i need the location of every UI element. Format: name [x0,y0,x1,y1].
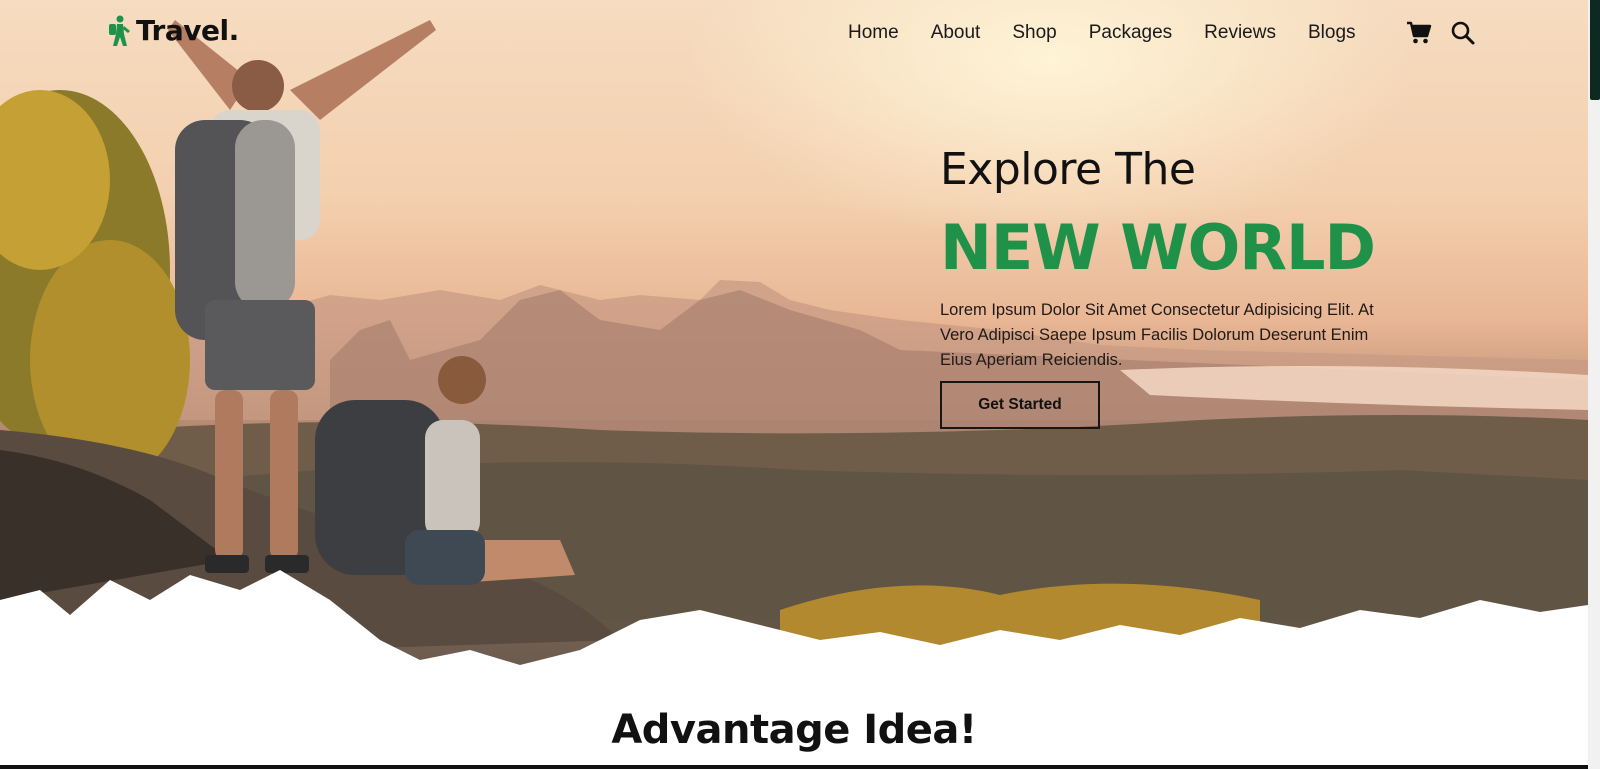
top-navbar: Travel. Home About Shop Packages Reviews… [0,0,1588,70]
get-started-button[interactable]: Get Started [940,381,1100,429]
brand-logo[interactable]: Travel. [106,14,239,47]
brand-name: Travel. [136,14,239,47]
nav-link-home[interactable]: Home [848,22,899,44]
search-icon[interactable] [1450,20,1476,46]
nav-link-shop[interactable]: Shop [1012,22,1056,44]
page-scrollbar[interactable] [1588,0,1600,769]
hero-heading-new-world: NEW WORLD [940,211,1376,284]
nav-link-reviews[interactable]: Reviews [1204,22,1276,44]
hero-content: Explore The NEW WORLD Lorem Ipsum Dolor … [940,140,1410,429]
cart-icon[interactable] [1406,20,1432,46]
nav-link-about[interactable]: About [931,22,981,44]
nav-icon-group [1406,20,1476,46]
nav-link-blogs[interactable]: Blogs [1308,22,1356,44]
hero-heading-explore: Explore The [940,144,1196,195]
hero-description: Lorem Ipsum Dolor Sit Amet Consectetur A… [940,301,1374,369]
section-title-advantage: Advantage Idea! [611,707,977,753]
main-menu: Home About Shop Packages Reviews Blogs [848,22,1356,44]
page-viewport: Travel. Home About Shop Packages Reviews… [0,0,1588,769]
scrollbar-thumb[interactable] [1590,0,1600,100]
hiker-icon [106,15,132,47]
nav-link-packages[interactable]: Packages [1089,22,1172,44]
section-divider [0,765,1588,769]
